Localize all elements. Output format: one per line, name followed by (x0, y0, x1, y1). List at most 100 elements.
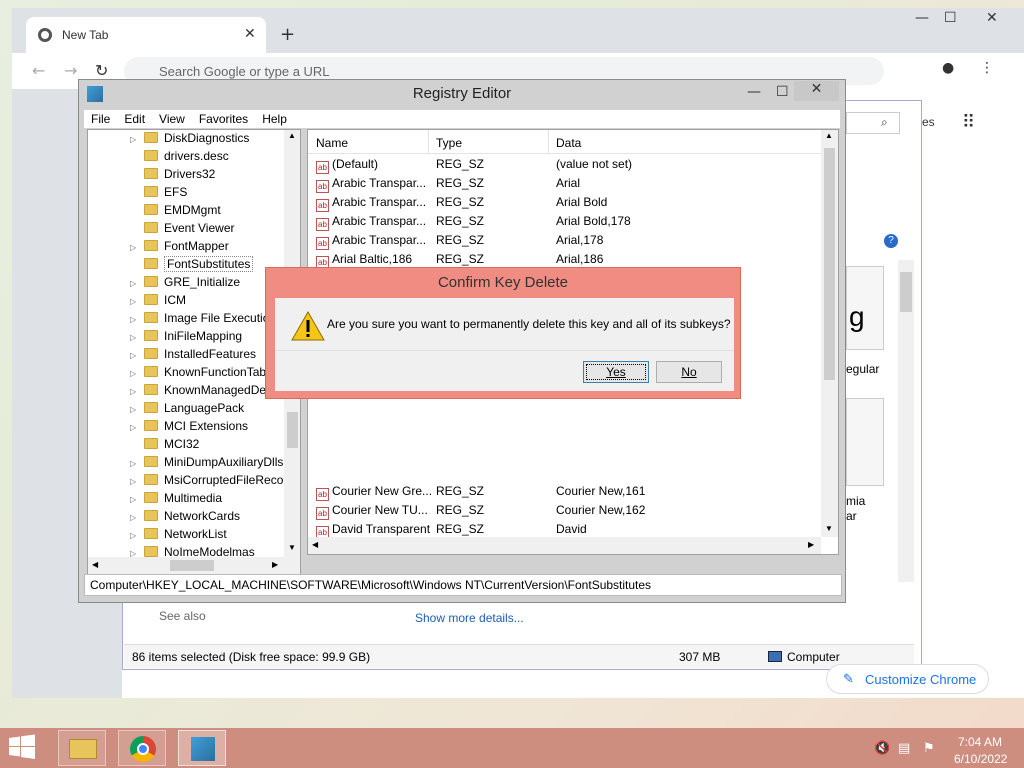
tree-horizontal-scrollbar[interactable]: ◀ ▶ (88, 557, 300, 574)
tree-item[interactable]: ▷ Multimedia (88, 489, 288, 507)
minimize-icon[interactable]: — (915, 10, 929, 26)
tree-item[interactable]: ▷ IniFileMapping (88, 327, 288, 345)
regedit-maximize-icon[interactable]: ☐ (776, 84, 789, 100)
taskbar-file-explorer[interactable] (58, 730, 106, 766)
tree-item[interactable]: ▷ FontMapper (88, 237, 288, 255)
list-horizontal-scrollbar[interactable]: ◀ ▶ (308, 537, 821, 554)
menu-edit[interactable]: Edit (117, 110, 152, 128)
column-type[interactable]: Type (436, 136, 462, 150)
tree-item[interactable]: EMDMgmt (88, 201, 288, 219)
tree-item[interactable]: Event Viewer (88, 219, 288, 237)
string-value-icon: ab (316, 161, 329, 174)
tree-item[interactable]: ▷ LanguagePack (88, 399, 288, 417)
folder-icon (144, 150, 158, 161)
column-name[interactable]: Name (316, 136, 348, 150)
taskbar-chrome[interactable] (118, 730, 166, 766)
list-vertical-scrollbar[interactable]: ▲ ▼ (821, 130, 838, 537)
tree-item[interactable]: MCI32 (88, 435, 288, 453)
yes-button[interactable]: Yes (583, 361, 649, 383)
scroll-right-icon[interactable]: ▶ (272, 560, 278, 569)
new-tab-icon[interactable]: + (280, 24, 295, 45)
tree-item[interactable]: ▷ NetworkCards (88, 507, 288, 525)
scroll-left-icon[interactable]: ◀ (92, 560, 98, 569)
registry-path-statusbar: Computer\HKEY_LOCAL_MACHINE\SOFTWARE\Mic… (84, 574, 842, 596)
show-more-link[interactable]: Show more details... (415, 611, 524, 625)
help-icon[interactable]: ? (884, 234, 898, 248)
menu-file[interactable]: File (84, 110, 117, 128)
value-name: Courier New TU... (332, 503, 428, 517)
registry-value-row[interactable]: ab Arabic Transpar... REG_SZ Arial,178 (308, 231, 824, 250)
folder-icon (144, 330, 158, 341)
tree-item[interactable]: ▷ Image File Executio (88, 309, 288, 327)
menu-help[interactable]: Help (255, 110, 294, 128)
registry-value-row[interactable]: ab Arabic Transpar... REG_SZ Arial Bold (308, 193, 824, 212)
start-button[interactable] (8, 734, 40, 762)
tree-item[interactable]: ▷ MCI Extensions (88, 417, 288, 435)
scroll-up-icon[interactable]: ▲ (288, 131, 296, 140)
regedit-minimize-icon[interactable]: — (747, 84, 761, 100)
apps-grid-icon[interactable]: ⠿ (962, 112, 975, 133)
tree-item[interactable]: ▷ InstalledFeatures (88, 345, 288, 363)
menu-view[interactable]: View (152, 110, 192, 128)
folder-icon (144, 384, 158, 395)
registry-value-row[interactable]: ab Arabic Transpar... REG_SZ Arial (308, 174, 824, 193)
folder-icon (144, 258, 158, 269)
clock-time[interactable]: 7:04 AM (958, 735, 1002, 749)
explorer-scrollbar[interactable] (898, 260, 914, 582)
taskbar-regedit[interactable] (178, 730, 226, 766)
folder-icon (144, 366, 158, 377)
registry-value-row[interactable]: ab (Default) REG_SZ (value not set) (308, 155, 824, 174)
regedit-title: Registry Editor (412, 85, 512, 102)
registry-value-row[interactable]: ab Arabic Transpar... REG_SZ Arial Bold,178 (308, 212, 824, 231)
tree-item[interactable]: ▷ ICM (88, 291, 288, 309)
tab-new-tab[interactable]: New Tab ✕ (26, 17, 266, 53)
reload-icon[interactable]: ↻ (95, 61, 108, 80)
tree-item[interactable]: ▷ MiniDumpAuxiliaryDlls (88, 453, 288, 471)
regedit-close-button[interactable]: ✕ (794, 81, 839, 101)
tree-item[interactable]: ▷ DiskDiagnostics (88, 130, 288, 147)
tree-item[interactable]: ▷ NetworkList (88, 525, 288, 543)
profile-icon[interactable]: ● (942, 60, 954, 76)
font-preview-label: egular (846, 362, 880, 376)
network-icon[interactable]: ▤ (898, 741, 910, 756)
scroll-left-icon[interactable]: ◀ (312, 540, 318, 549)
registry-value-row[interactable]: ab Courier New TU... REG_SZ Courier New,162 (308, 501, 824, 520)
menu-icon[interactable]: ⋮ (980, 60, 994, 76)
scroll-right-icon[interactable]: ▶ (808, 540, 814, 549)
scroll-down-icon[interactable]: ▼ (825, 524, 833, 533)
maximize-icon[interactable]: ☐ (944, 10, 957, 26)
regedit-taskbar-icon (191, 737, 215, 761)
folder-icon (144, 168, 158, 179)
tree-item[interactable]: ▷ GRE_Initialize (88, 273, 288, 291)
scroll-up-icon[interactable]: ▲ (825, 131, 833, 140)
tree-item[interactable]: FontSubstitutes (88, 255, 288, 273)
forward-icon[interactable]: → (64, 61, 77, 80)
scroll-thumb[interactable] (824, 148, 835, 380)
tree-item[interactable]: ▷ KnownManagedDe (88, 381, 288, 399)
tree-item[interactable]: ▷ KnownFunctionTab (88, 363, 288, 381)
value-data: Arial Bold,178 (556, 214, 631, 228)
tree-item-label: NetworkCards (164, 509, 241, 523)
value-type: REG_SZ (436, 484, 485, 498)
scroll-down-icon[interactable]: ▼ (288, 543, 296, 552)
scroll-thumb[interactable] (287, 412, 298, 448)
tree-item[interactable]: EFS (88, 183, 288, 201)
tree-item-label: ICM (164, 293, 186, 307)
clock-date[interactable]: 6/10/2022 (954, 752, 1007, 766)
action-center-icon[interactable]: ⚑ (923, 741, 935, 756)
search-box[interactable]: ⌕ (846, 112, 900, 134)
column-data[interactable]: Data (556, 136, 581, 150)
tree-item[interactable]: Drivers32 (88, 165, 288, 183)
menu-favorites[interactable]: Favorites (192, 110, 255, 128)
volume-muted-icon[interactable]: 🔇 (874, 741, 890, 756)
close-icon[interactable]: ✕ (986, 10, 998, 26)
tab-close-icon[interactable]: ✕ (244, 26, 256, 42)
tree-item[interactable]: drivers.desc (88, 147, 288, 165)
customize-chrome-button[interactable]: ✎ Customize Chrome (826, 664, 989, 694)
back-icon[interactable]: ← (32, 61, 45, 80)
registry-value-row[interactable]: ab Courier New Gre... REG_SZ Courier New,16… (308, 482, 824, 501)
no-button[interactable]: No (656, 361, 722, 383)
tree-item[interactable]: ▷ MsiCorruptedFileReco (88, 471, 288, 489)
scroll-thumb[interactable] (170, 560, 214, 571)
folder-icon (144, 204, 158, 215)
